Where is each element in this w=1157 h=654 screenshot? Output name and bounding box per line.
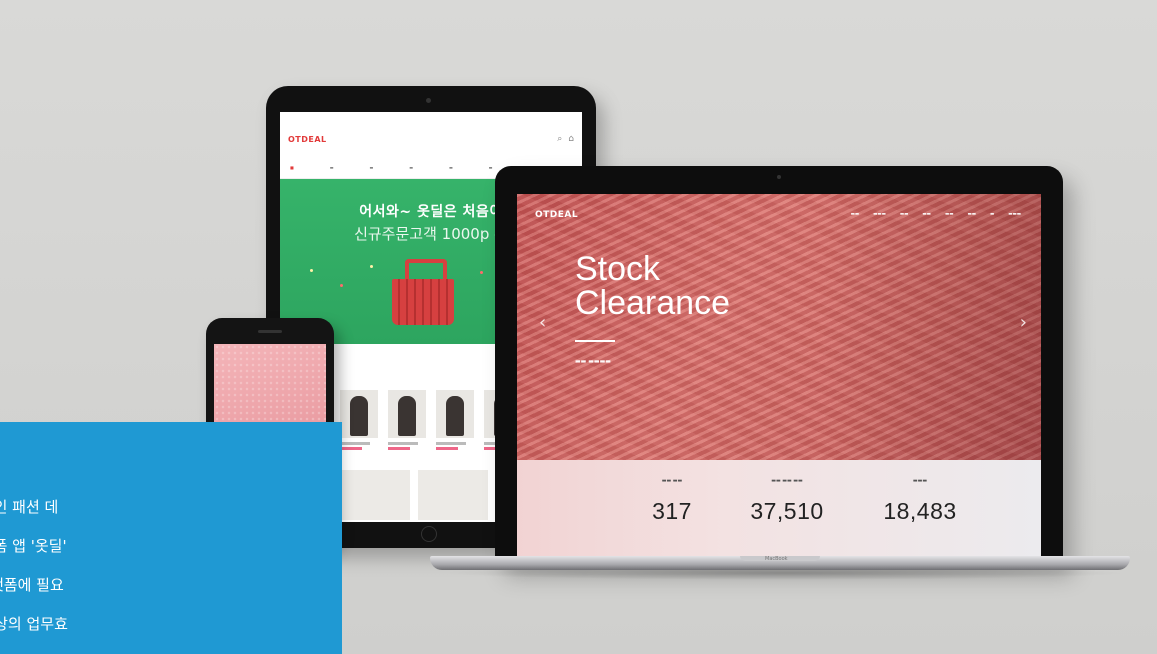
caption-line: 플랫폼 앱 '옷딜' [0, 537, 67, 555]
laptop-stats-section: ▬▬ ▬▬ 317 ▬▬ ▬▬ ▬▬ 37,510 ▬▬▬ 18,483 [517, 460, 1041, 556]
laptop-screen: OTDEAL ▬▬ ▬▬▬ ▬▬ ▬▬ ▬▬ ▬▬ ▬ ▬▬▬ Stock Cl… [517, 194, 1041, 556]
tablet-status-bar [280, 112, 582, 122]
laptop-brand-label: MacBook [765, 556, 788, 562]
tablet-nav-item: ■ [290, 164, 294, 170]
stat-label: ▬▬▬ [912, 478, 928, 484]
tablet-nav-item: ▬ [369, 164, 374, 170]
hero-subtitle: ▬▬ ▬▬▬▬ [575, 358, 611, 365]
product-card [388, 390, 426, 450]
caption-line: - 플랫폼에 필요 [0, 576, 64, 594]
hero-title-line2: Clearance [575, 284, 730, 322]
caption-overlay: 관적인 패션 데 플랫폼 앱 '옷딜' - 플랫폼에 필요 6 이상의 업무효 [0, 422, 342, 654]
laptop-nav-item: ▬▬▬ [1008, 212, 1021, 217]
hero-title-line1: Stock [575, 250, 661, 288]
laptop-device: OTDEAL ▬▬ ▬▬▬ ▬▬ ▬▬ ▬▬ ▬▬ ▬ ▬▬▬ Stock Cl… [495, 166, 1063, 564]
stat-item: ▬▬ ▬▬ ▬▬ 37,510 [741, 478, 833, 525]
tablet-camera [426, 98, 431, 103]
laptop-nav-item: ▬▬ [944, 212, 954, 217]
laptop-nav-item: ▬▬▬ [873, 212, 886, 217]
product-card [340, 390, 378, 450]
search-icon: ⌕ [557, 134, 563, 144]
laptop-nav-item: ▬▬ [967, 212, 976, 217]
laptop-nav-item: ▬▬ [850, 212, 860, 217]
tablet-home-button [421, 526, 437, 542]
stat-value: 37,510 [750, 498, 824, 524]
product-card [436, 390, 474, 450]
laptop-nav-item: ▬▬ [922, 212, 931, 217]
stat-label: ▬▬ ▬▬ ▬▬ [771, 478, 803, 484]
laptop-nav-item: ▬▬ [899, 212, 909, 217]
product-thumb [418, 470, 488, 520]
laptop-hero-banner: OTDEAL ▬▬ ▬▬▬ ▬▬ ▬▬ ▬▬ ▬▬ ▬ ▬▬▬ Stock Cl… [517, 194, 1041, 460]
tablet-nav-item: ▬ [409, 164, 413, 170]
tablet-logo: OTDEAL [288, 134, 327, 144]
stat-value: 317 [652, 498, 692, 524]
cart-icon: ⌂ [568, 134, 574, 144]
tablet-nav-item: ▬ [329, 164, 334, 170]
laptop-nav: ▬▬ ▬▬▬ ▬▬ ▬▬ ▬▬ ▬▬ ▬ ▬▬▬ [851, 212, 1021, 217]
hero-divider [575, 340, 615, 342]
tablet-nav-item: ▬ [488, 164, 493, 170]
stat-item: ▬▬ ▬▬ 317 [637, 478, 707, 525]
shopping-basket-graphic [392, 279, 454, 325]
tablet-header: OTDEAL ⌕ ⌂ [280, 122, 582, 156]
laptop-logo: OTDEAL [535, 210, 579, 220]
chevron-left-icon: ‹ [539, 312, 547, 333]
laptop-nav-item: ▬ [989, 212, 995, 217]
phone-speaker [258, 330, 282, 333]
caption-line: 관적인 패션 데 [0, 498, 59, 516]
stat-item: ▬▬▬ 18,483 [875, 478, 965, 525]
stat-label: ▬▬ ▬▬ [661, 478, 683, 484]
device-mockup-scene: OTDEAL ⌕ ⌂ ■ ▬ ▬ ▬ ▬ ▬ ▬ ▬ 어서와~ 옷딜은 처음이 … [0, 0, 1157, 654]
tablet-nav-item: ▬ [448, 164, 453, 170]
product-thumb [340, 470, 410, 520]
stat-value: 18,483 [883, 498, 957, 524]
laptop-camera [777, 175, 781, 179]
chevron-right-icon: › [1019, 312, 1027, 333]
caption-line: 6 이상의 업무효 [0, 615, 68, 633]
tablet-header-icons: ⌕ ⌂ [557, 134, 574, 144]
